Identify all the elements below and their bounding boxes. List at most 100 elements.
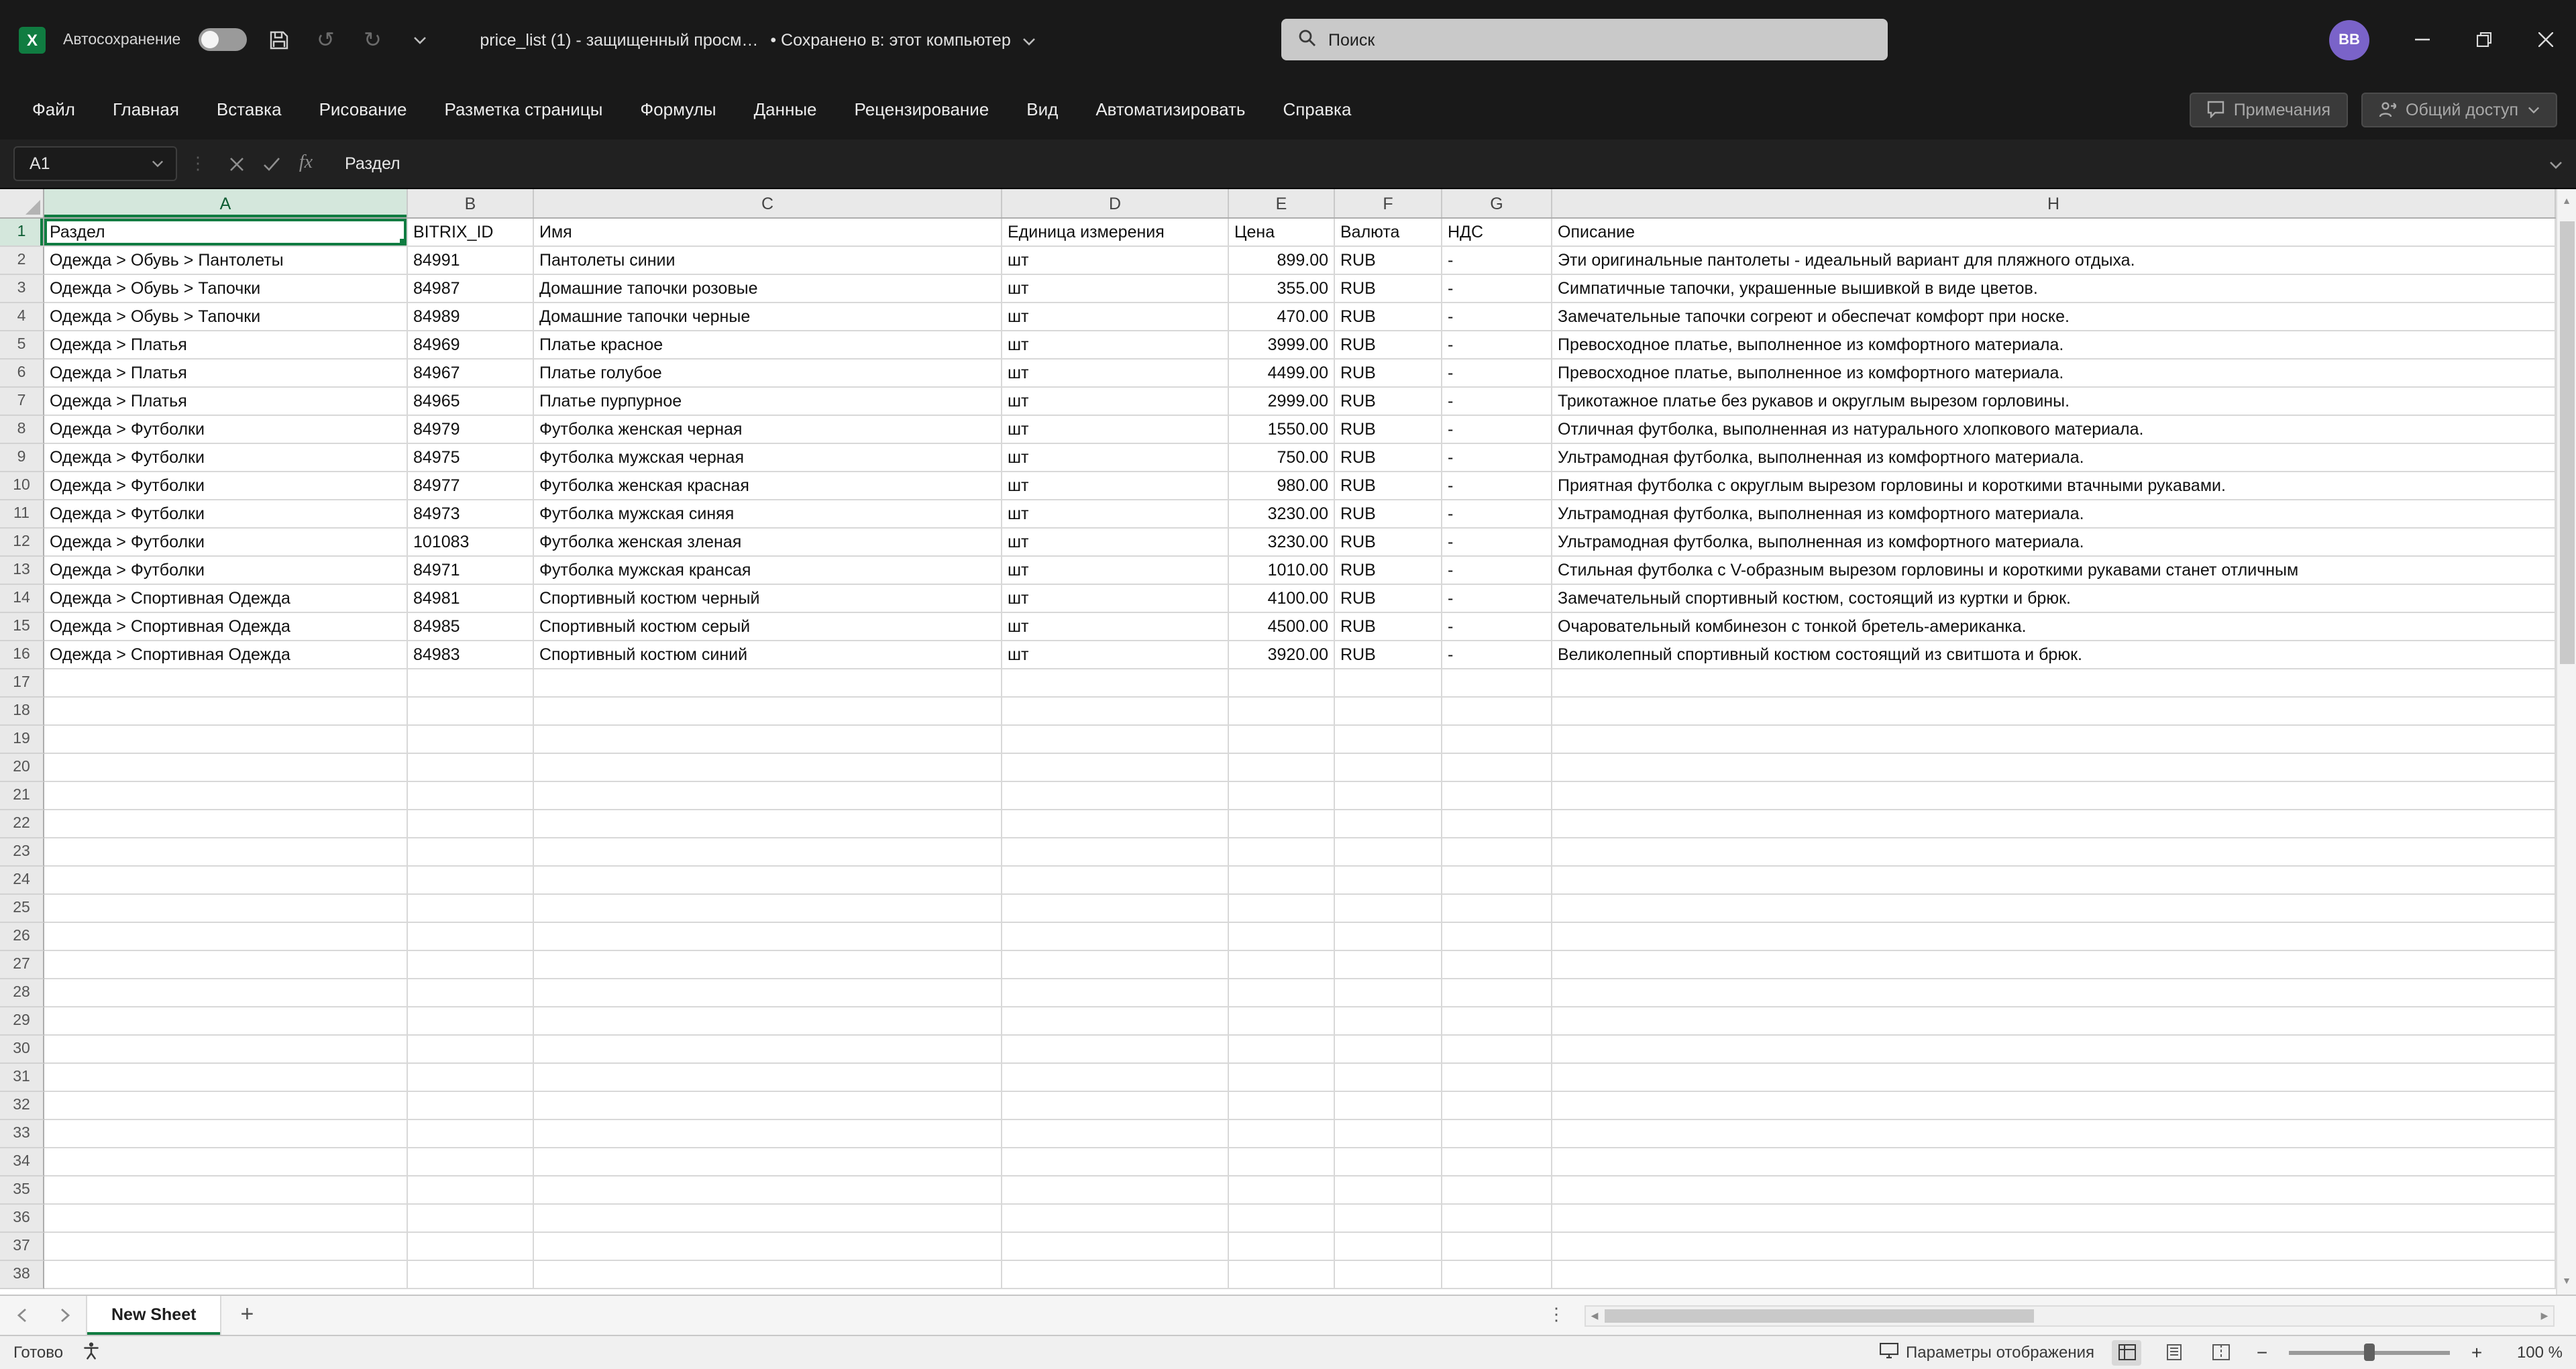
cell-G36[interactable] [1442,1205,1552,1233]
cell-E30[interactable] [1229,1036,1335,1064]
cell-E21[interactable] [1229,782,1335,810]
cell-F18[interactable] [1335,698,1442,726]
cell-C13[interactable]: Футболка мужская крансая [534,557,1002,585]
cell-F12[interactable]: RUB [1335,529,1442,557]
cell-H6[interactable]: Превосходное платье, выполненное из комф… [1552,360,2556,388]
cell-A3[interactable]: Одежда > Обувь > Тапочки [44,275,408,303]
cell-F28[interactable] [1335,979,1442,1007]
formula-bar-expand-icon[interactable] [2549,152,2563,176]
cell-B18[interactable] [408,698,534,726]
cell-B13[interactable]: 84971 [408,557,534,585]
cell-E13[interactable]: 1010.00 [1229,557,1335,585]
cell-C15[interactable]: Спортивный костюм серый [534,613,1002,641]
cell-B28[interactable] [408,979,534,1007]
cell-C3[interactable]: Домашние тапочки розовые [534,275,1002,303]
cell-F11[interactable]: RUB [1335,500,1442,529]
cell-B35[interactable] [408,1176,534,1205]
cell-F31[interactable] [1335,1064,1442,1092]
cell-E11[interactable]: 3230.00 [1229,500,1335,529]
sheet-tab-more-icon[interactable]: ⋮ [1543,1295,1570,1334]
cell-H1[interactable]: Описание [1552,219,2556,247]
cell-B38[interactable] [408,1261,534,1289]
cell-E20[interactable] [1229,754,1335,782]
cell-G25[interactable] [1442,895,1552,923]
cell-D25[interactable] [1002,895,1229,923]
cell-A25[interactable] [44,895,408,923]
cell-B30[interactable] [408,1036,534,1064]
cell-C37[interactable] [534,1233,1002,1261]
cell-G15[interactable]: - [1442,613,1552,641]
cell-G22[interactable] [1442,810,1552,838]
cell-F29[interactable] [1335,1007,1442,1036]
view-page-break-icon[interactable] [2206,1339,2235,1365]
redo-icon[interactable]: ↻ [358,25,387,54]
cell-G20[interactable] [1442,754,1552,782]
cell-G10[interactable]: - [1442,472,1552,500]
cell-E6[interactable]: 4499.00 [1229,360,1335,388]
column-header-F[interactable]: F [1335,189,1442,217]
row-header-19[interactable]: 19 [0,726,44,754]
cell-C35[interactable] [534,1176,1002,1205]
row-header-37[interactable]: 37 [0,1233,44,1261]
cell-F15[interactable]: RUB [1335,613,1442,641]
cell-B16[interactable]: 84983 [408,641,534,669]
cell-F20[interactable] [1335,754,1442,782]
cell-H20[interactable] [1552,754,2556,782]
cell-A33[interactable] [44,1120,408,1148]
cell-H29[interactable] [1552,1007,2556,1036]
cell-C11[interactable]: Футболка мужская синяя [534,500,1002,529]
scroll-up-icon[interactable]: ▲ [2557,197,2576,207]
cell-H17[interactable] [1552,669,2556,698]
cell-F17[interactable] [1335,669,1442,698]
cell-E35[interactable] [1229,1176,1335,1205]
cell-B19[interactable] [408,726,534,754]
row-header-6[interactable]: 6 [0,360,44,388]
cell-G5[interactable]: - [1442,331,1552,360]
cell-B23[interactable] [408,838,534,867]
cell-H35[interactable] [1552,1176,2556,1205]
cell-C20[interactable] [534,754,1002,782]
title-chevron-icon[interactable] [1023,30,1036,49]
cell-D1[interactable]: Единица измерения [1002,219,1229,247]
row-header-4[interactable]: 4 [0,303,44,331]
cell-A19[interactable] [44,726,408,754]
cell-D27[interactable] [1002,951,1229,979]
accessibility-icon[interactable] [82,1341,101,1364]
zoom-slider-thumb[interactable] [2364,1344,2375,1361]
cell-A15[interactable]: Одежда > Спортивная Одежда [44,613,408,641]
cell-B10[interactable]: 84977 [408,472,534,500]
cell-B25[interactable] [408,895,534,923]
cell-G2[interactable]: - [1442,247,1552,275]
cell-B11[interactable]: 84973 [408,500,534,529]
cell-B15[interactable]: 84985 [408,613,534,641]
cell-F2[interactable]: RUB [1335,247,1442,275]
cell-C32[interactable] [534,1092,1002,1120]
cell-G6[interactable]: - [1442,360,1552,388]
cell-D21[interactable] [1002,782,1229,810]
sheet-tab-active[interactable]: New Sheet [86,1295,221,1334]
cell-A2[interactable]: Одежда > Обувь > Пантолеты [44,247,408,275]
cell-D2[interactable]: шт [1002,247,1229,275]
cell-F34[interactable] [1335,1148,1442,1176]
cell-E25[interactable] [1229,895,1335,923]
cell-G8[interactable]: - [1442,416,1552,444]
cell-F22[interactable] [1335,810,1442,838]
cell-C31[interactable] [534,1064,1002,1092]
cell-A24[interactable] [44,867,408,895]
cell-A22[interactable] [44,810,408,838]
cell-F36[interactable] [1335,1205,1442,1233]
column-header-G[interactable]: G [1442,189,1552,217]
cell-G4[interactable]: - [1442,303,1552,331]
cell-G24[interactable] [1442,867,1552,895]
cell-H24[interactable] [1552,867,2556,895]
cell-B36[interactable] [408,1205,534,1233]
row-header-14[interactable]: 14 [0,585,44,613]
row-header-3[interactable]: 3 [0,275,44,303]
cell-H9[interactable]: Ультрамодная футболка, выполненная из ко… [1552,444,2556,472]
ribbon-tab-5[interactable]: Разметка страницы [426,79,622,140]
cell-H37[interactable] [1552,1233,2556,1261]
cell-H30[interactable] [1552,1036,2556,1064]
cell-H13[interactable]: Стильная футболка с V-образным вырезом г… [1552,557,2556,585]
cell-G31[interactable] [1442,1064,1552,1092]
cell-H12[interactable]: Ультрамодная футболка, выполненная из ко… [1552,529,2556,557]
